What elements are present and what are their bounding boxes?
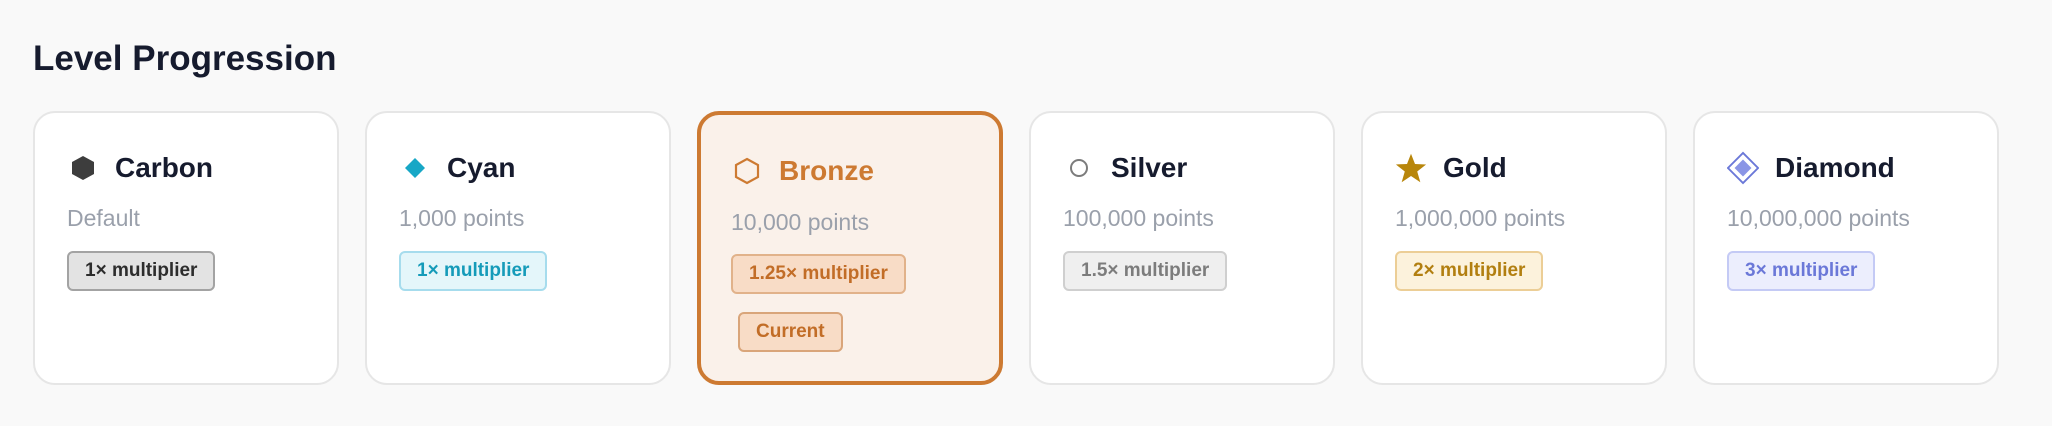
- tier-card-silver[interactable]: Silver 100,000 points 1.5× multiplier: [1029, 111, 1335, 385]
- diamond-filled-icon: [399, 152, 431, 184]
- page-title: Level Progression: [33, 39, 337, 78]
- tier-requirement: 1,000,000 points: [1395, 205, 1566, 231]
- multiplier-badge: 1× multiplier: [399, 251, 548, 291]
- tier-card-bronze[interactable]: Bronze 10,000 points 1.25× multiplier Cu…: [697, 111, 1003, 385]
- multiplier-badge: 1.25× multiplier: [731, 254, 906, 294]
- tier-requirement: 100,000 points: [1063, 205, 1214, 231]
- multiplier-badge: 2× multiplier: [1395, 251, 1544, 291]
- multiplier-badge: 3× multiplier: [1727, 251, 1876, 291]
- tier-card-header: Gold: [1395, 150, 1507, 186]
- level-cards: Carbon Default 1× multiplier Cyan 1,000 …: [33, 111, 1999, 385]
- tier-requirement: 10,000 points: [731, 209, 870, 235]
- tier-name: Cyan: [447, 152, 516, 183]
- tier-card-header: Cyan: [399, 150, 515, 186]
- tier-requirement: 10,000,000 points: [1727, 205, 1910, 231]
- hexagon-filled-icon: [67, 152, 99, 184]
- tier-card-carbon[interactable]: Carbon Default 1× multiplier: [33, 111, 339, 385]
- tier-requirement: Default: [67, 205, 140, 231]
- tier-card-cyan[interactable]: Cyan 1,000 points 1× multiplier: [365, 111, 671, 385]
- tier-card-diamond[interactable]: Diamond 10,000,000 points 3× multiplier: [1693, 111, 1999, 385]
- tier-name: Diamond: [1775, 152, 1895, 183]
- tier-name: Silver: [1111, 152, 1188, 183]
- tier-name: Bronze: [779, 155, 874, 186]
- tier-requirement: 1,000 points: [399, 205, 525, 231]
- diamond-outline-icon: [1727, 151, 1759, 185]
- tier-card-header: Bronze: [731, 153, 874, 189]
- current-badge: Current: [738, 312, 843, 352]
- multiplier-badge: 1.5× multiplier: [1063, 251, 1228, 291]
- tier-name: Gold: [1443, 152, 1507, 183]
- circle-outline-icon: [1063, 152, 1095, 184]
- tier-name: Carbon: [115, 152, 213, 183]
- hexagon-outline-icon: [731, 155, 763, 187]
- tier-card-header: Silver: [1063, 150, 1187, 186]
- tier-card-gold[interactable]: Gold 1,000,000 points 2× multiplier: [1361, 111, 1667, 385]
- tier-card-header: Carbon: [67, 150, 213, 186]
- tier-card-header: Diamond: [1727, 150, 1895, 186]
- multiplier-badge: 1× multiplier: [67, 251, 216, 291]
- star-icon: [1395, 152, 1427, 184]
